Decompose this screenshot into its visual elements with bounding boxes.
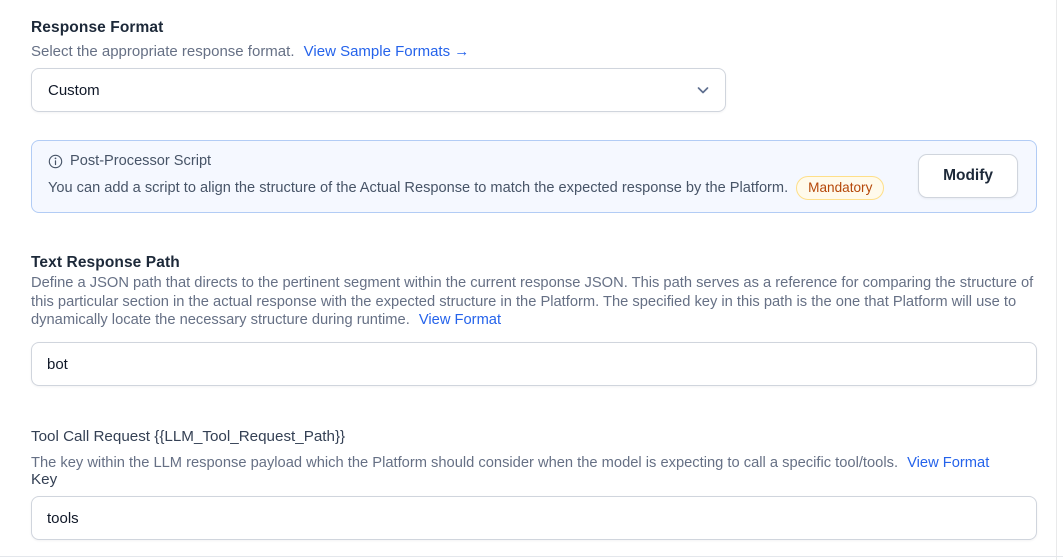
response-format-title: Response Format: [31, 19, 163, 37]
post-processor-banner: Post-Processor Script You can add a scri…: [31, 140, 1037, 213]
text-response-path-description: Define a JSON path that directs to the p…: [31, 274, 1037, 330]
bottom-divider: [0, 556, 1063, 557]
text-response-path-description-line3: dynamically locate the necessary structu…: [31, 311, 1037, 330]
mandatory-badge: Mandatory: [796, 176, 884, 200]
right-panel-divider: [1056, 0, 1057, 560]
key-label: Key: [31, 471, 57, 488]
info-icon: [48, 154, 63, 169]
text-response-path-input[interactable]: [31, 342, 1037, 386]
tool-call-request-title: Tool Call Request {{LLM_Tool_Request_Pat…: [31, 428, 345, 445]
response-format-description: Select the appropriate response format. …: [31, 43, 469, 60]
tool-call-request-description: The key within the LLM response payload …: [31, 454, 1037, 473]
text-response-path-title: Text Response Path: [31, 254, 180, 272]
text-response-path-description-line1: Define a JSON path that directs to the p…: [31, 274, 1037, 293]
post-processor-description: You can add a script to align the struct…: [48, 180, 788, 196]
response-format-select[interactable]: Custom: [31, 68, 726, 112]
response-format-select-value: Custom: [48, 82, 100, 99]
chevron-down-icon: [695, 82, 711, 98]
response-format-settings-panel: Response Format Select the appropriate r…: [0, 0, 1063, 560]
tool-call-key-input[interactable]: [31, 496, 1037, 540]
post-processor-title: Post-Processor Script: [70, 153, 211, 169]
view-format-link-text-response[interactable]: View Format: [419, 312, 501, 328]
modify-button[interactable]: Modify: [918, 154, 1018, 198]
text-response-path-description-line2: this particular section in the actual re…: [31, 293, 1037, 312]
view-format-link-tool-call[interactable]: View Format: [907, 455, 989, 471]
view-sample-formats-link[interactable]: View Sample Formats →: [304, 43, 470, 60]
response-format-description-text: Select the appropriate response format.: [31, 43, 294, 60]
